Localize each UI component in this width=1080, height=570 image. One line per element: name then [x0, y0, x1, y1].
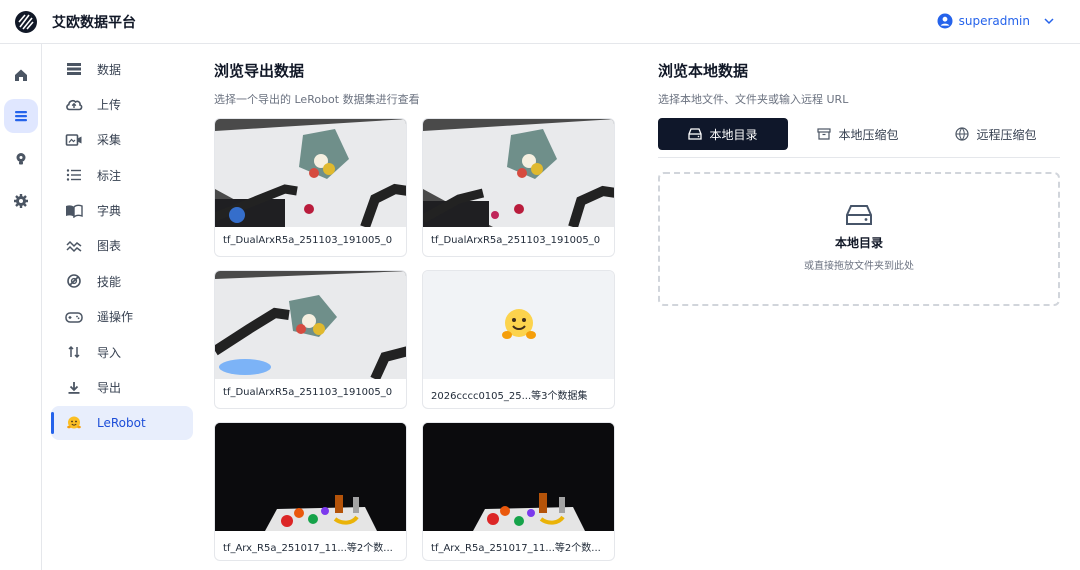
rail-ideas[interactable]: [4, 142, 38, 176]
cloud-upload-icon: [66, 100, 83, 111]
sidebar-item-charts[interactable]: 图表: [51, 229, 193, 263]
annotation-list-icon: [66, 169, 81, 181]
download-icon: [68, 381, 80, 394]
chevron-down-icon: [1044, 18, 1054, 25]
fruit-table-thumbnail: [423, 423, 614, 531]
app-title: 艾欧数据平台: [52, 15, 136, 31]
list-icon: [15, 111, 27, 122]
gear-icon: [14, 194, 28, 208]
sidebar-item-label: 字典: [97, 204, 122, 219]
sidebar-item-label: 采集: [97, 133, 122, 148]
dropzone-title: 本地目录: [834, 236, 883, 250]
section-title: 浏览本地数据: [658, 62, 749, 80]
section-subtitle: 选择本地文件、文件夹或输入远程 URL: [658, 93, 849, 106]
sidebar-item-dictionary[interactable]: 字典: [51, 194, 193, 228]
sidebar-item-export[interactable]: 导出: [51, 371, 193, 405]
sidebar-item-label: 导出: [97, 381, 122, 396]
sidebar-item-data[interactable]: 数据: [51, 52, 193, 86]
skill-icon: [67, 274, 81, 289]
logo-icon[interactable]: [14, 10, 38, 34]
tab-label: 本地目录: [709, 127, 758, 142]
sidebar-item-lerobot[interactable]: LeRobot: [51, 405, 193, 440]
chart-wave-icon: [66, 240, 82, 253]
user-avatar-icon: [937, 13, 953, 29]
dataset-card[interactable]: tf_DualArxR5a_251103_191005_0: [214, 118, 407, 257]
dataset-thumbnail: [423, 271, 614, 379]
dataset-name: tf_DualArxR5a_251103_191005_0: [431, 235, 601, 246]
archive-icon: [817, 128, 832, 140]
dataset-name: tf_DualArxR5a_251103_191005_0: [223, 235, 393, 246]
sidebar-item-label: 数据: [97, 62, 122, 77]
tab-label: 本地压缩包: [838, 127, 899, 142]
dataset-card[interactable]: tf_Arx_R5a_251017_11...等2个数...: [422, 422, 615, 561]
tab-label: 远程压缩包: [976, 127, 1037, 142]
dataset-name: tf_DualArxR5a_251103_191005_0: [223, 387, 393, 398]
folder-dropzone[interactable]: 本地目录 或直接拖放文件夹到此处: [658, 172, 1060, 306]
import-arrows-icon: [68, 346, 80, 359]
rail-data[interactable]: [4, 99, 38, 133]
dataset-name: tf_Arx_R5a_251017_11...等2个数...: [431, 543, 601, 554]
dataset-thumbnail: [215, 271, 406, 379]
sidebar-item-annotate[interactable]: 标注: [51, 158, 193, 192]
book-icon: [66, 204, 83, 218]
tab-local-directory[interactable]: 本地目录: [658, 118, 788, 150]
sidebar-item-skills[interactable]: 技能: [51, 264, 193, 298]
dataset-thumbnail: [423, 423, 614, 531]
remote-archive-icon: [955, 127, 970, 141]
home-icon: [15, 69, 27, 81]
drive-icon: [688, 128, 703, 140]
sidebar-item-capture[interactable]: 采集: [51, 123, 193, 157]
sidebar-item-import[interactable]: 导入: [51, 335, 193, 369]
sidebar-item-label: 图表: [97, 239, 122, 254]
drive-icon: [846, 205, 872, 225]
fruit-table-thumbnail: [215, 423, 406, 531]
sidebar-item-label: LeRobot: [97, 415, 146, 430]
dropzone-hint: 或直接拖放文件夹到此处: [804, 261, 914, 272]
dataset-thumbnail: [215, 119, 406, 227]
section-title: 浏览导出数据: [214, 62, 305, 80]
rail-home[interactable]: [4, 58, 38, 92]
rail-settings[interactable]: [4, 184, 38, 218]
top-bar: 艾欧数据平台 superadmin: [0, 0, 1080, 44]
export-section: 浏览导出数据 选择一个导出的 LeRobot 数据集进行查看 tf_DualAr…: [214, 60, 624, 561]
robot-scene-thumbnail: [215, 271, 406, 379]
tab-remote-archive[interactable]: 远程压缩包: [940, 118, 1052, 150]
bulb-icon: [16, 153, 26, 165]
dataset-name: 2026cccc0105_25...等3个数据集: [431, 391, 588, 402]
sidebar-item-label: 技能: [97, 274, 122, 289]
app-rail: [0, 44, 42, 570]
dataset-card[interactable]: tf_Arx_R5a_251017_11...等2个数...: [214, 422, 407, 561]
local-section: 浏览本地数据 选择本地文件、文件夹或输入远程 URL 本地目录 本地压缩包 远程…: [658, 60, 1060, 306]
sidebar-item-upload[interactable]: 上传: [51, 87, 193, 121]
dataset-card[interactable]: tf_DualArxR5a_251103_191005_0: [422, 118, 615, 257]
table-icon: [67, 63, 81, 75]
tab-local-archive[interactable]: 本地压缩包: [802, 118, 914, 150]
hugging-face-icon: [502, 309, 536, 339]
dataset-name: tf_Arx_R5a_251017_11...等2个数...: [223, 543, 393, 554]
section-subtitle: 选择一个导出的 LeRobot 数据集进行查看: [214, 93, 420, 106]
sidebar-item-teleop[interactable]: 遥操作: [51, 300, 193, 334]
dataset-card[interactable]: 2026cccc0105_25...等3个数据集: [422, 270, 615, 409]
video-capture-icon: [65, 133, 82, 146]
sidebar-item-label: 标注: [97, 168, 122, 183]
sidebar-item-label: 导入: [97, 345, 122, 360]
robot-scene-thumbnail: [423, 119, 614, 227]
sidebar-nav: 数据 上传 采集 标注 字典 图表 技能 遥操作 导入 导出 LeRobot: [51, 52, 193, 441]
dataset-thumbnail: [215, 423, 406, 531]
sidebar-item-label: 遥操作: [97, 310, 134, 325]
robot-scene-thumbnail: [215, 119, 406, 227]
dataset-card[interactable]: tf_DualArxR5a_251103_191005_0: [214, 270, 407, 409]
username: superadmin: [958, 14, 1030, 28]
source-tabs: 本地目录 本地压缩包 远程压缩包: [658, 118, 1060, 158]
sidebar-item-label: 上传: [97, 97, 122, 112]
hugging-face-icon: [67, 416, 81, 429]
gamepad-icon: [65, 311, 83, 323]
user-menu[interactable]: superadmin: [937, 13, 1056, 29]
dataset-thumbnail: [423, 119, 614, 227]
